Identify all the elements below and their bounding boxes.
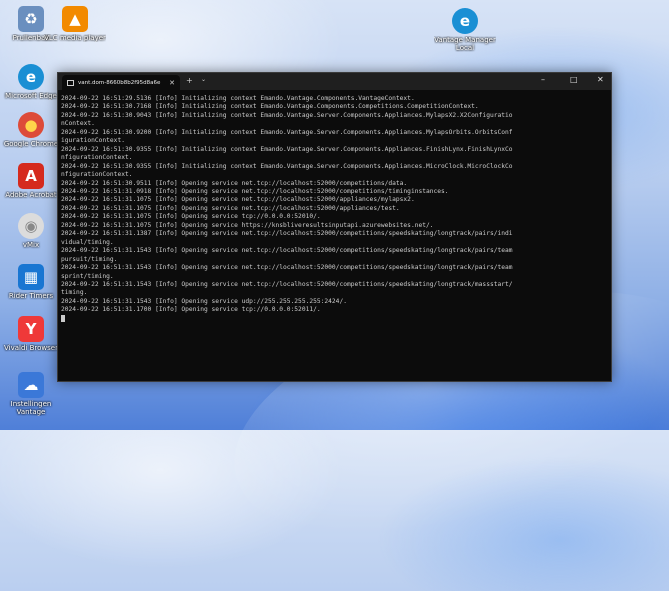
minimize-button[interactable]: – (541, 75, 545, 84)
terminal-line: 2024-09-22 16:51:30.7168 [Info] Initiali… (61, 103, 479, 111)
maximize-button[interactable]: □ (570, 75, 578, 84)
terminal-cursor (61, 314, 605, 324)
terminal-line: 2024-09-22 16:51:31.0918 [Info] Opening … (61, 187, 449, 195)
desktop-icon-vmix[interactable]: ◉ vMix (0, 213, 62, 249)
terminal-line: 2024-09-22 16:51:31.1700 [Info] Opening … (61, 306, 321, 314)
terminal-output[interactable]: 2024-09-22 16:51:29.5136 [Info] Initiali… (61, 95, 605, 324)
terminal-line: pursuit/timing. (61, 255, 118, 263)
shared-edge-icon: e (452, 8, 478, 34)
terminal-line: 2024-09-22 16:51:31.1543 [Info] Opening … (61, 264, 513, 272)
terminal-line: 2024-09-22 16:51:30.9355 [Info] Initiali… (61, 145, 513, 153)
terminal-line: igurationContext. (61, 137, 125, 145)
terminal-line: nfigurationContext. (61, 154, 133, 162)
terminal-line: 2024-09-22 16:51:31.1543 [Info] Opening … (61, 280, 513, 288)
onedrive-icon: ☁ (18, 372, 44, 398)
tab-close-icon[interactable]: ✕ (169, 79, 175, 87)
terminal-tab[interactable]: vant.dom-8660b8b2f95d8a6e ✕ (62, 75, 180, 90)
terminal-line: 2024-09-22 16:51:31.1543 [Info] Opening … (61, 247, 513, 255)
terminal-line: 2024-09-22 16:51:30.9043 [Info] Initiali… (61, 111, 513, 119)
title-bar[interactable]: vant.dom-8660b8b2f95d8a6e ✕ + ⌄ – □ ✕ (58, 73, 611, 90)
acrobat-icon: A (18, 163, 44, 189)
terminal-line: nfigurationContext. (61, 171, 133, 179)
desktop-icon-label: Instellingen Vantage (10, 400, 52, 416)
desktop-icon-onedrive[interactable]: ☁ Instellingen Vantage (0, 372, 62, 416)
terminal-line: 2024-09-22 16:51:31.1075 [Info] Opening … (61, 213, 321, 221)
terminal-line: sprint/timing. (61, 272, 114, 280)
terminal-line: 2024-09-22 16:51:31.1075 [Info] Opening … (61, 204, 400, 212)
desktop-icon-vivaldi[interactable]: Y Vivaldi Browser (0, 316, 62, 352)
terminal-line: nContext. (61, 120, 95, 128)
close-button[interactable]: ✕ (597, 75, 604, 84)
tab-title: vant.dom-8660b8b2f95d8a6e (78, 79, 161, 86)
terminal-line: 2024-09-22 16:51:31.1075 [Info] Opening … (61, 196, 415, 204)
desktop-icon-chrome[interactable]: ● Google Chrome (0, 112, 62, 148)
terminal-line: 2024-09-22 16:51:31.1075 [Info] Opening … (61, 221, 434, 229)
desktop-icon-calendar[interactable]: ▦ Rider Timers (0, 264, 62, 300)
chrome-icon: ● (18, 112, 44, 138)
terminal-line: 2024-09-22 16:51:30.9511 [Info] Opening … (61, 179, 408, 187)
desktop-icon-label: VLC media player (44, 34, 106, 42)
desktop-icon-label: Rider Timers (8, 292, 54, 300)
terminal-window[interactable]: vant.dom-8660b8b2f95d8a6e ✕ + ⌄ – □ ✕ 20… (57, 72, 612, 382)
terminal-line: timing. (61, 289, 88, 297)
desktop-icon-label: Vivaldi Browser (4, 344, 58, 352)
desktop-icon-label: Microsoft Edge (5, 92, 57, 100)
terminal-line: 2024-09-22 16:51:31.1543 [Info] Opening … (61, 297, 347, 305)
desktop-icon-label: Vantage Manager Local (434, 36, 496, 52)
terminal-line: 2024-09-22 16:51:30.9200 [Info] Initiali… (61, 128, 513, 136)
vivaldi-icon: Y (18, 316, 44, 342)
desktop-icon-vlc[interactable]: ▲ VLC media player (44, 6, 106, 42)
recycle-bin-icon: ♻ (18, 6, 44, 32)
vmix-icon: ◉ (18, 213, 44, 239)
terminal-line: vidual/timing. (61, 238, 114, 246)
desktop-icon-shared-edge[interactable]: e Vantage Manager Local (434, 8, 496, 52)
terminal-line: 2024-09-22 16:51:30.9355 [Info] Initiali… (61, 162, 513, 170)
terminal-line: 2024-09-22 16:51:31.1387 [Info] Opening … (61, 230, 513, 238)
terminal-line: 2024-09-22 16:51:29.5136 [Info] Initiali… (61, 95, 415, 102)
calendar-icon: ▦ (18, 264, 44, 290)
chevron-down-icon[interactable]: ⌄ (201, 76, 206, 83)
vlc-icon: ▲ (62, 6, 88, 32)
terminal-icon (67, 79, 74, 86)
desktop-icon-label: Google Chrome (3, 140, 59, 148)
edge-icon: e (18, 64, 44, 90)
desktop-icon-label: vMix (22, 241, 40, 249)
new-tab-button[interactable]: + (186, 76, 193, 85)
desktop-icon-acrobat[interactable]: A Adobe Acrobat (0, 163, 62, 199)
desktop-icon-edge[interactable]: e Microsoft Edge (0, 64, 62, 100)
desktop-icon-label: Adobe Acrobat (5, 191, 57, 199)
